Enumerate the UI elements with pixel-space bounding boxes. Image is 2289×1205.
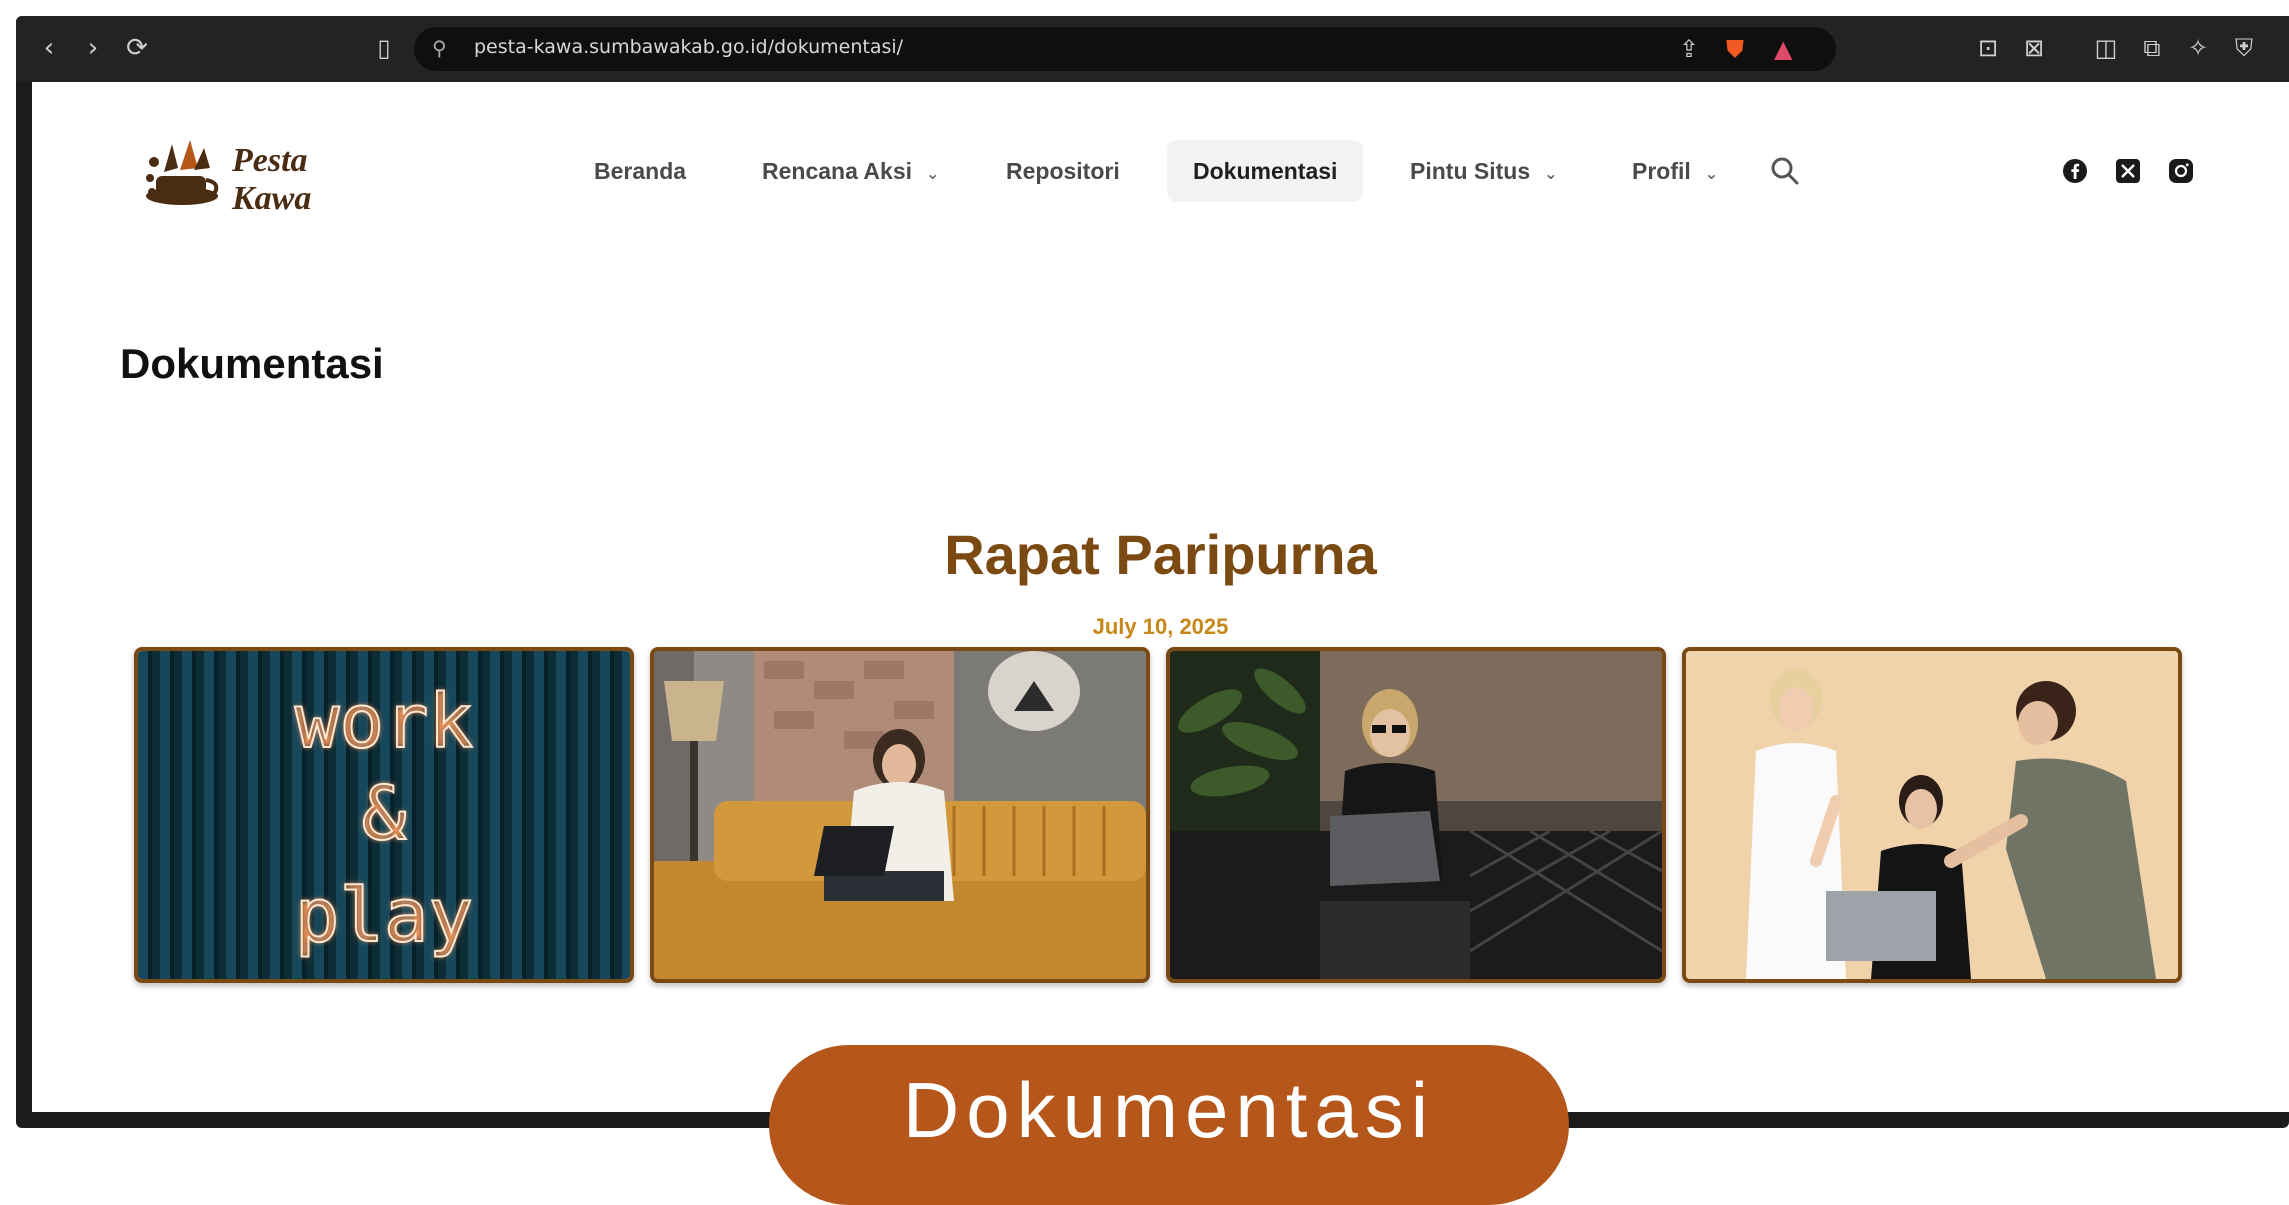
woman-laptop-sofa-image: [654, 651, 1146, 979]
photo-gallery: work work & & play play: [134, 647, 2184, 987]
team-meeting-image: [1686, 651, 2178, 979]
neon-text-amp-outline: &: [362, 771, 407, 857]
nav-item-repositori[interactable]: Repositori: [980, 140, 1146, 202]
woman-glasses-laptop-image: [1170, 651, 1662, 979]
woman-laptop-sofa-photo[interactable]: [650, 647, 1150, 983]
instagram-icon[interactable]: [2168, 158, 2194, 184]
web-page: Pesta Kawa Beranda Rencana Aksi ⌄ Reposit…: [32, 82, 2289, 1112]
share-icon[interactable]: ⇪: [1679, 32, 1699, 66]
nav-item-profil[interactable]: Profil ⌄: [1606, 140, 1744, 202]
neon-sign-image: work work & & play play: [138, 651, 630, 979]
puzzle-icon[interactable]: ✧: [2182, 30, 2214, 66]
search-icon[interactable]: [1768, 154, 1802, 188]
brave-rewards-icon[interactable]: ▲: [1774, 32, 1792, 66]
nav-item-label: Beranda: [594, 158, 687, 184]
woman-glasses-laptop-photo[interactable]: [1166, 647, 1666, 983]
screenshot-icon[interactable]: ⧉: [2136, 30, 2168, 66]
nav-item-rencana-aksi[interactable]: Rencana Aksi ⌄: [736, 140, 965, 202]
neon-text-play-outline: play: [295, 873, 473, 959]
page-title: Dokumentasi: [120, 340, 384, 387]
caption-badge: Dokumentasi: [769, 1045, 1569, 1205]
album-title[interactable]: Rapat Paripurna: [32, 522, 2289, 587]
neon-sign-photo[interactable]: work work & & play play: [134, 647, 634, 983]
back-icon[interactable]: ‹: [34, 30, 64, 66]
team-meeting-photo[interactable]: [1682, 647, 2182, 983]
main-navigation: Beranda Rencana Aksi ⌄ Repositori Dokumen…: [32, 140, 2289, 202]
facebook-icon[interactable]: [2062, 158, 2088, 184]
brave-shield-icon[interactable]: ⛊: [1726, 32, 1744, 66]
x-icon[interactable]: [2115, 158, 2141, 184]
reload-icon[interactable]: ⟳: [122, 30, 152, 66]
nav-item-label: Dokumentasi: [1193, 158, 1338, 184]
bookmark-icon[interactable]: ▯: [368, 30, 400, 66]
nav-item-pintu-situs[interactable]: Pintu Situs ⌄: [1384, 140, 1584, 202]
chevron-down-icon: ⌄: [1544, 164, 1558, 183]
chevron-down-icon: ⌄: [1704, 164, 1719, 183]
chevron-down-icon: ⌄: [926, 164, 940, 183]
reader-mode-icon[interactable]: ⊠: [2018, 30, 2050, 66]
nav-item-label: Rencana Aksi: [762, 158, 912, 184]
address-bar[interactable]: ⚲ pesta-kawa.sumbawakab.go.id/dokumentas…: [414, 27, 1836, 71]
extensions-icon[interactable]: ⊡: [1972, 30, 2004, 66]
sidebar-icon[interactable]: ◫: [2090, 30, 2122, 66]
nav-item-label: Profil: [1632, 158, 1691, 184]
nav-item-label: Pintu Situs: [1410, 158, 1531, 184]
nav-item-dokumentasi[interactable]: Dokumentasi: [1167, 140, 1364, 202]
forward-icon[interactable]: ›: [78, 30, 108, 66]
url-text[interactable]: pesta-kawa.sumbawakab.go.id/dokumentasi/: [474, 36, 903, 58]
neon-text-work-outline: work: [295, 679, 473, 765]
album-date: July 10, 2025: [1092, 614, 1229, 639]
site-info-icon[interactable]: ⚲: [432, 36, 447, 60]
nav-item-beranda[interactable]: Beranda: [568, 140, 712, 202]
vpn-icon[interactable]: ⛨: [2228, 30, 2260, 66]
nav-item-label: Repositori: [1006, 158, 1120, 184]
